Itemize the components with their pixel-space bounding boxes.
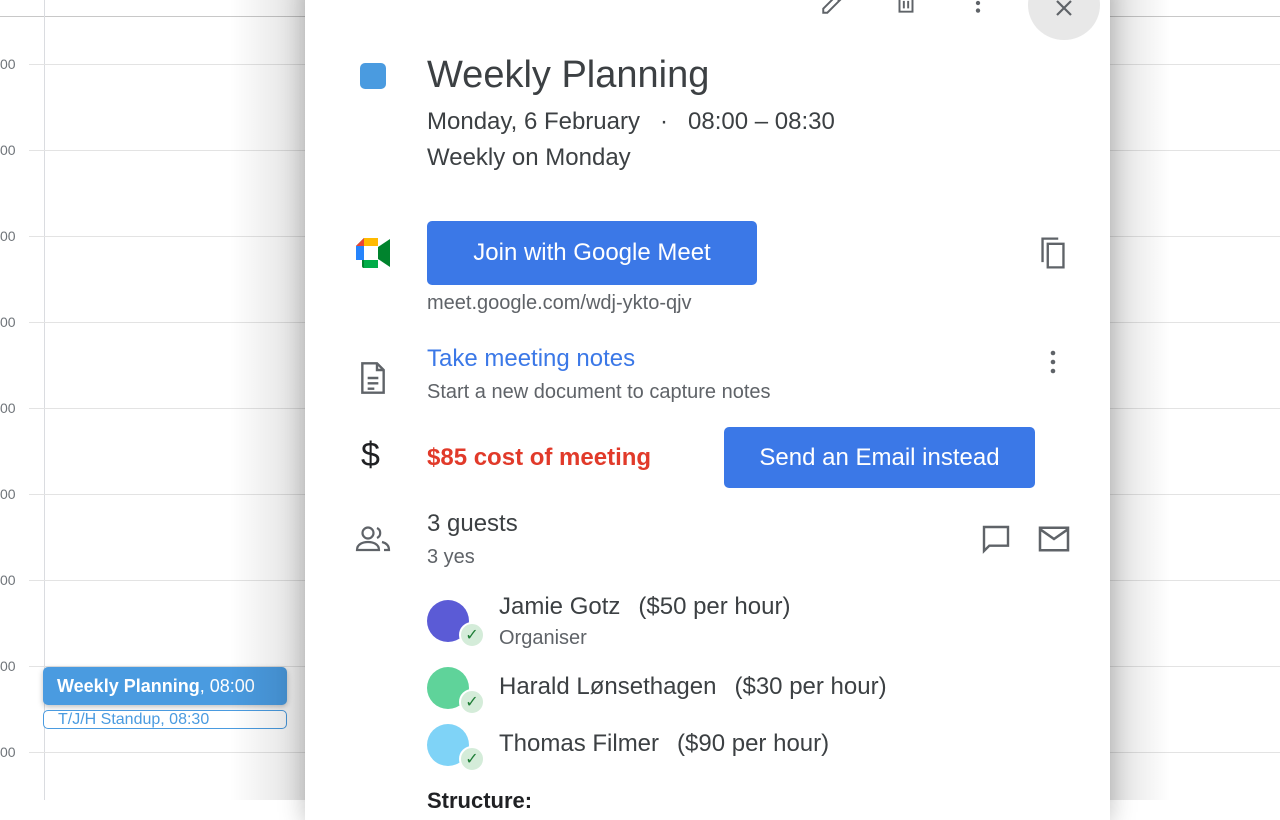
guest-rate: ($50 per hour)	[638, 593, 791, 620]
google-meet-icon	[356, 238, 390, 268]
event-datetime: Monday, 6 February · 08:00 – 08:30	[427, 108, 835, 136]
close-button[interactable]	[1028, 0, 1100, 40]
guests-icon	[355, 526, 391, 552]
chat-icon[interactable]	[979, 523, 1013, 555]
close-icon	[1056, 0, 1072, 16]
meeting-cost: $85 cost of meeting	[427, 444, 652, 471]
guest-count: 3 guests	[427, 510, 518, 537]
dialog-shadow	[230, 0, 305, 800]
guest-rate: ($30 per hour)	[734, 673, 887, 700]
meet-url[interactable]: meet.google.com/wdj-ykto-qjv	[427, 292, 692, 315]
email-icon[interactable]	[1037, 525, 1071, 553]
hour-label: 00	[0, 658, 16, 674]
send-email-instead-button[interactable]: Send an Email instead	[724, 427, 1035, 488]
guest-name: Thomas Filmer	[499, 730, 660, 757]
more-vert-icon[interactable]	[965, 0, 991, 16]
accepted-check-icon: ✓	[459, 689, 485, 715]
hour-label: 00	[0, 314, 16, 330]
event-title: Weekly Planning	[427, 54, 710, 96]
accepted-check-icon: ✓	[459, 746, 485, 772]
guest-item[interactable]: ✓ Harald Lønsethagen ($30 per hour)	[427, 667, 887, 715]
dollar-icon: $	[361, 436, 380, 474]
event-date: Monday, 6 February	[427, 108, 640, 135]
guest-item[interactable]: ✓ Jamie Gotz ($50 per hour) Organiser	[427, 593, 790, 650]
avatar: ✓	[427, 667, 485, 715]
hour-label: 00	[0, 228, 16, 244]
dialog-shadow	[1110, 0, 1170, 800]
event-recurrence: Weekly on Monday	[427, 144, 631, 171]
accepted-check-icon: ✓	[459, 622, 485, 648]
copy-icon[interactable]	[1037, 236, 1069, 270]
guest-name: Jamie Gotz	[499, 593, 621, 620]
event-color-swatch	[360, 63, 386, 89]
pencil-icon[interactable]	[820, 0, 846, 16]
more-vert-icon[interactable]	[1041, 348, 1065, 376]
description-heading: Structure:	[427, 788, 533, 813]
event-time: , 08:30	[160, 711, 210, 728]
event-title: T/J/H Standup	[58, 711, 161, 728]
hour-label: 00	[0, 142, 16, 158]
event-title: Weekly Planning	[57, 676, 200, 696]
event-time: 08:00 – 08:30	[688, 108, 835, 135]
guest-item[interactable]: ✓ Thomas Filmer ($90 per hour)	[427, 724, 830, 772]
join-meet-button[interactable]: Join with Google Meet	[427, 221, 757, 285]
avatar: ✓	[427, 600, 485, 648]
guest-name: Harald Lønsethagen	[499, 673, 717, 700]
hour-label: 00	[0, 572, 16, 588]
guest-role: Organiser	[499, 627, 587, 649]
hour-label: 00	[0, 744, 16, 760]
hour-label: 00	[0, 400, 16, 416]
take-meeting-notes-link[interactable]: Take meeting notes	[427, 345, 635, 373]
trash-icon[interactable]	[893, 0, 919, 16]
guest-rsvp-summary: 3 yes	[427, 546, 475, 568]
avatar: ✓	[427, 724, 485, 772]
event-details-dialog: Weekly Planning Monday, 6 February · 08:…	[305, 0, 1110, 820]
notes-subtitle: Start a new document to capture notes	[427, 381, 771, 403]
hour-label: 00	[0, 56, 16, 72]
document-icon	[361, 362, 385, 394]
separator: ·	[660, 108, 669, 135]
guest-rate: ($90 per hour)	[677, 730, 830, 757]
hour-label: 00	[0, 486, 16, 502]
